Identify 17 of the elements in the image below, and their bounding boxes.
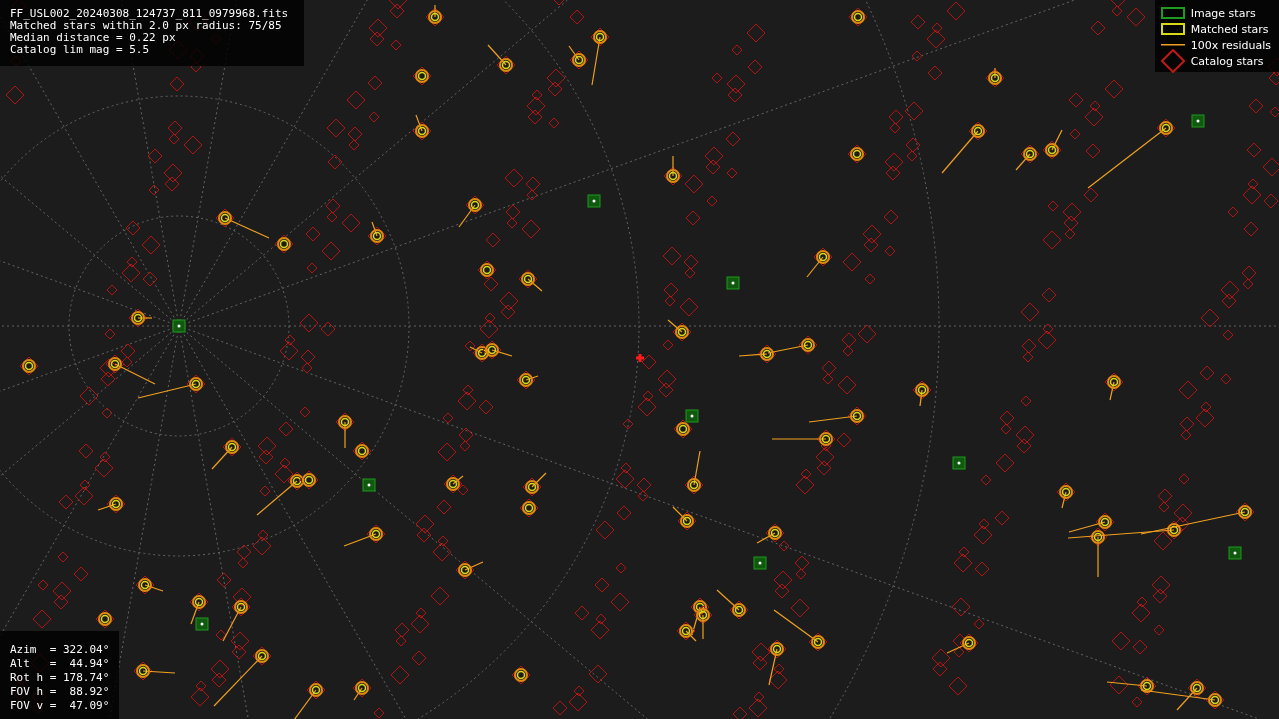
pointing-text: FOV v = 47.09°	[10, 699, 110, 713]
pointing-text: Alt = 44.94°	[10, 657, 110, 671]
matched-star-rectangle-icon	[1160, 23, 1185, 35]
info-text: Median distance = 0.22 px	[10, 32, 177, 44]
legend-label: Catalog stars	[1190, 54, 1264, 68]
pointing-text: FOV h = 88.92°	[10, 685, 110, 699]
legend-label: 100x residuals	[1190, 38, 1271, 52]
info-text: Matched stars within 2.0 px radius: 75/85	[10, 20, 282, 32]
info-text: FF_USL002_20240308_124737_811_0979968.fits	[10, 8, 289, 20]
diamond-icon	[1160, 49, 1185, 73]
pointing-text: Azim = 322.04°	[10, 643, 110, 657]
info-text: Catalog lim mag = 5.5	[10, 44, 151, 56]
residual-line-icon	[1160, 44, 1185, 46]
pointing-text: Rot h = 178.74°	[10, 671, 110, 685]
legend-label: Image stars	[1190, 6, 1256, 20]
legend-label: Matched stars	[1190, 22, 1269, 36]
image-star-rectangle-icon	[1160, 7, 1185, 19]
